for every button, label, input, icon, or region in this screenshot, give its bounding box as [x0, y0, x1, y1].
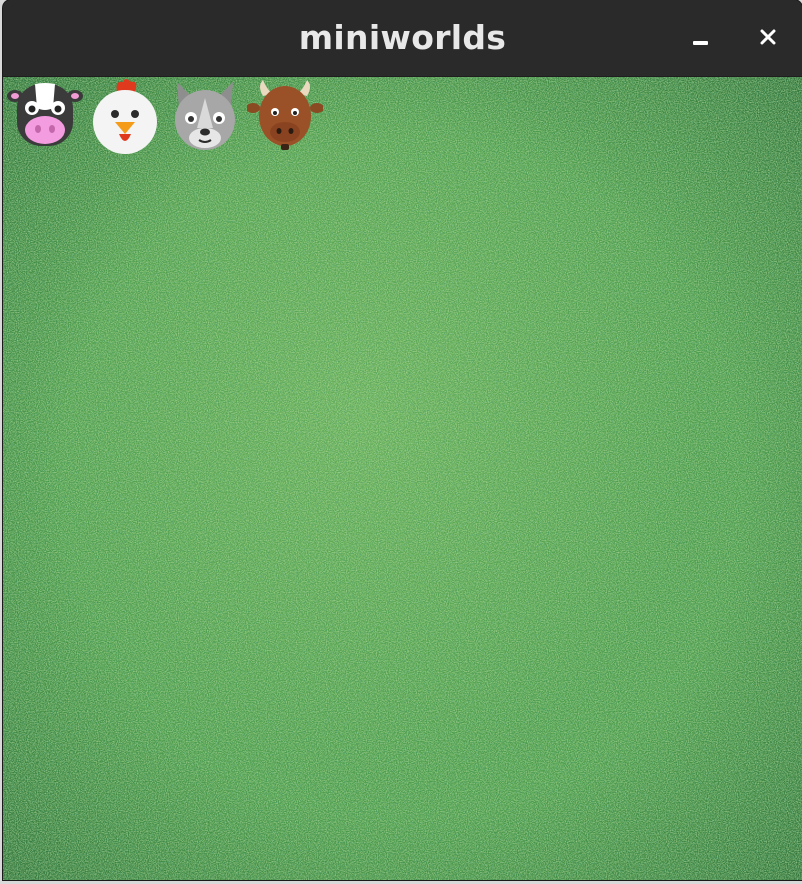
wolf-icon [175, 82, 235, 150]
minimize-button[interactable] [686, 22, 716, 52]
cow-actor[interactable] [7, 78, 83, 154]
chicken-icon [93, 79, 157, 154]
close-icon [760, 29, 776, 45]
window-title: miniworlds [298, 18, 507, 57]
app-window: miniworlds [3, 0, 802, 880]
grass-texture [3, 77, 802, 880]
wolf-actor[interactable] [167, 78, 243, 154]
bull-icon [247, 80, 323, 150]
title-bar[interactable]: miniworlds [3, 0, 802, 77]
chicken-actor[interactable] [87, 78, 163, 154]
cow-icon [7, 83, 83, 146]
world-canvas[interactable] [3, 77, 802, 880]
bull-actor[interactable] [247, 78, 323, 154]
minimize-icon [693, 41, 708, 45]
close-button[interactable] [753, 22, 783, 52]
